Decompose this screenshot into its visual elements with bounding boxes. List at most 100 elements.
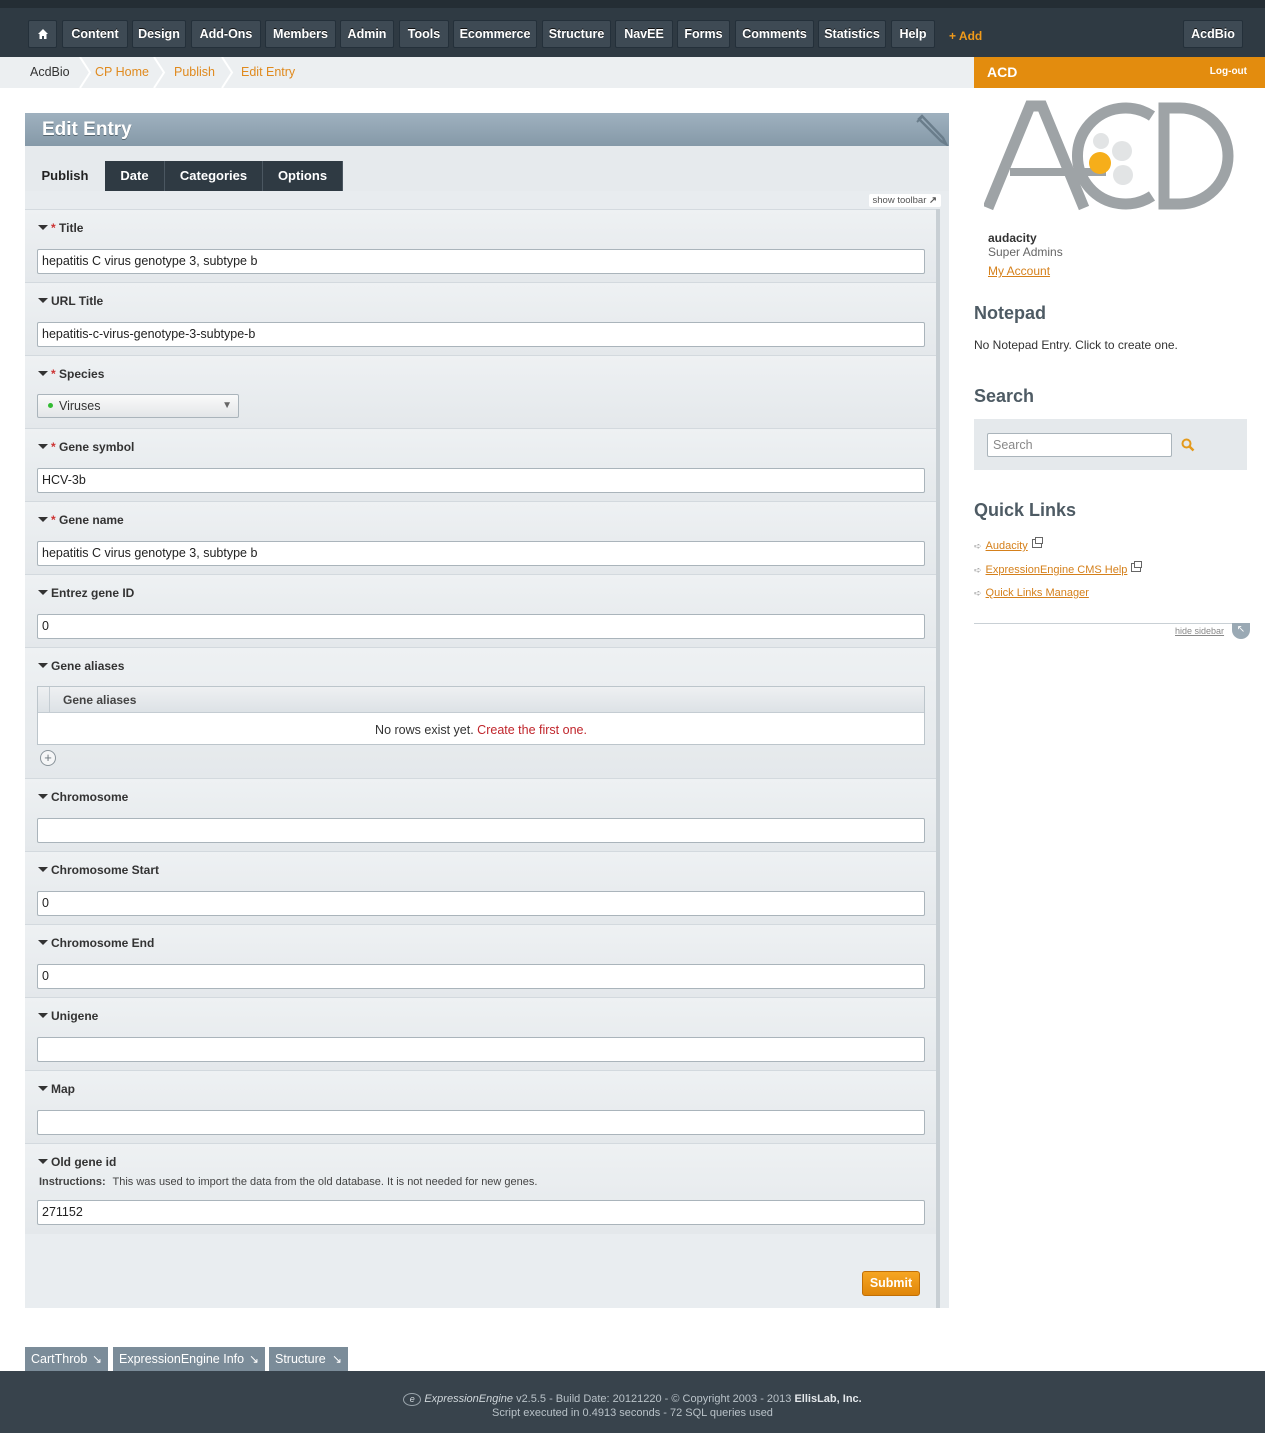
logout-link[interactable]: Log-out	[1210, 66, 1247, 77]
footer-tab-ee-info[interactable]: ExpressionEngine Info ↘	[113, 1347, 265, 1371]
my-account-link[interactable]: My Account	[988, 264, 1050, 278]
footer-company[interactable]: EllisLab, Inc.	[794, 1393, 861, 1405]
field-label[interactable]: URL Title	[38, 294, 103, 308]
field-label[interactable]: * Gene symbol	[38, 440, 134, 454]
gene-name-input[interactable]: hepatitis C virus genotype 3, subtype b	[37, 541, 925, 566]
notepad-text[interactable]: No Notepad Entry. Click to create one.	[974, 338, 1178, 352]
user-group: Super Admins	[988, 245, 1063, 259]
url-title-input[interactable]: hepatitis-c-virus-genotype-3-subtype-b	[37, 322, 925, 347]
nav-help[interactable]: Help	[891, 20, 935, 48]
show-toolbar-link[interactable]: show toolbar ↗	[868, 194, 941, 207]
field-label[interactable]: Entrez gene ID	[38, 586, 134, 600]
nav-structure[interactable]: Structure	[542, 20, 611, 48]
bullet-arrow-icon: ➪	[974, 541, 982, 551]
tab-date[interactable]: Date	[105, 161, 165, 191]
field-label[interactable]: Chromosome End	[38, 936, 154, 950]
old-gene-id-input[interactable]: 271152	[37, 1200, 925, 1225]
required-marker: *	[51, 221, 56, 235]
sidebar-header: ACD Log-out	[974, 57, 1265, 88]
nav-ecommerce[interactable]: Ecommerce	[453, 20, 537, 48]
field-label-text: Entrez gene ID	[51, 586, 135, 600]
field-label-text: Chromosome Start	[51, 863, 160, 877]
unigene-input[interactable]	[37, 1037, 925, 1062]
nav-comments[interactable]: Comments	[735, 20, 814, 48]
field-label[interactable]: Old gene id	[38, 1155, 116, 1169]
field-old-gene-id: Old gene id Instructions: This was used …	[25, 1144, 937, 1234]
grid-column-header: Gene aliases	[63, 693, 137, 707]
field-label-text: Title	[59, 221, 84, 235]
collapse-arrow-icon	[38, 225, 48, 230]
search-input[interactable]: Search	[987, 433, 1172, 457]
add-quick-tab-link[interactable]: + Add	[949, 29, 982, 43]
gene-symbol-input[interactable]: HCV-3b	[37, 468, 925, 493]
nav-design[interactable]: Design	[132, 20, 186, 48]
species-selected-value: Viruses	[59, 399, 101, 413]
field-chromosome-end: Chromosome End 0	[25, 925, 937, 998]
breadcrumb-cp-home[interactable]: CP Home	[95, 57, 149, 88]
nav-forms[interactable]: Forms	[677, 20, 730, 48]
field-label-text: Gene symbol	[59, 440, 135, 454]
chromosome-end-input[interactable]: 0	[37, 964, 925, 989]
field-label-text: URL Title	[51, 294, 104, 308]
field-gene-aliases: Gene aliases Gene aliases No rows exist …	[25, 648, 937, 779]
hide-sidebar-link[interactable]: hide sidebar	[1175, 626, 1224, 636]
breadcrumb-site[interactable]: AcdBio	[30, 57, 70, 88]
required-marker: *	[51, 440, 56, 454]
nav-admin[interactable]: Admin	[340, 20, 394, 48]
nav-navee[interactable]: NavEE	[615, 20, 673, 48]
entrez-gene-id-input[interactable]: 0	[37, 614, 925, 639]
field-chromosome-start: Chromosome Start 0	[25, 852, 937, 925]
quick-links-manager-link[interactable]: Quick Links Manager	[986, 587, 1089, 599]
nav-statistics[interactable]: Statistics	[818, 20, 886, 48]
species-select[interactable]: Viruses ▼	[37, 394, 239, 418]
title-input[interactable]: hepatitis C virus genotype 3, subtype b	[37, 249, 925, 274]
field-label[interactable]: Chromosome Start	[38, 863, 159, 877]
footer-tab-cartthrob[interactable]: CartThrob ↘	[25, 1347, 108, 1371]
field-label-text: Gene aliases	[51, 659, 125, 673]
field-label-text: Chromosome	[51, 790, 129, 804]
collapse-arrow-icon	[38, 794, 48, 799]
footer-tab-label: CartThrob	[31, 1352, 88, 1366]
field-label[interactable]: * Title	[38, 221, 83, 235]
hide-sidebar-arrow-icon[interactable]: ↖	[1232, 623, 1250, 639]
tab-options[interactable]: Options	[263, 161, 343, 191]
submit-button[interactable]: Submit	[862, 1271, 920, 1296]
field-label[interactable]: Map	[38, 1082, 75, 1096]
nav-tools[interactable]: Tools	[399, 20, 449, 48]
field-label[interactable]: * Gene name	[38, 513, 124, 527]
required-marker: *	[51, 367, 56, 381]
footer-tab-structure[interactable]: Structure ↘	[269, 1347, 348, 1371]
user-name: audacity	[988, 231, 1037, 245]
field-title: * Title hepatitis C virus genotype 3, su…	[25, 210, 937, 283]
search-icon[interactable]	[1181, 438, 1195, 452]
map-input[interactable]	[37, 1110, 925, 1135]
instructions-text: This was used to import the data from th…	[112, 1176, 538, 1188]
scrollbar[interactable]	[936, 209, 940, 1308]
breadcrumb-separator-icon	[153, 57, 166, 88]
add-row-plus-icon[interactable]: +	[40, 750, 56, 766]
tab-publish[interactable]: Publish	[25, 161, 105, 191]
nav-content[interactable]: Content	[62, 20, 128, 48]
field-label[interactable]: Gene aliases	[38, 659, 124, 673]
tab-categories[interactable]: Categories	[165, 161, 263, 191]
chromosome-start-input[interactable]: 0	[37, 891, 925, 916]
field-label[interactable]: Chromosome	[38, 790, 128, 804]
nav-add-ons[interactable]: Add-Ons	[191, 20, 261, 48]
acd-logo	[984, 100, 1234, 211]
quick-link-audacity[interactable]: Audacity	[986, 540, 1028, 552]
quick-link-ee-help[interactable]: ExpressionEngine CMS Help	[986, 564, 1128, 576]
site-switcher-button[interactable]: AcdBio	[1183, 20, 1243, 48]
field-label[interactable]: Unigene	[38, 1009, 98, 1023]
nav-members[interactable]: Members	[265, 20, 336, 48]
collapse-arrow-icon	[38, 1013, 48, 1018]
create-first-row-link[interactable]: Create the first one.	[477, 723, 587, 737]
collapse-arrow-icon	[38, 444, 48, 449]
breadcrumb-publish[interactable]: Publish	[174, 57, 215, 88]
quick-links-title: Quick Links	[974, 500, 1077, 520]
home-button[interactable]	[28, 20, 57, 48]
field-label[interactable]: * Species	[38, 367, 104, 381]
quick-link-item: ➪ ExpressionEngine CMS Help	[974, 561, 1143, 576]
field-label-text: Species	[59, 367, 105, 381]
external-window-icon	[1131, 561, 1143, 572]
chromosome-input[interactable]	[37, 818, 925, 843]
